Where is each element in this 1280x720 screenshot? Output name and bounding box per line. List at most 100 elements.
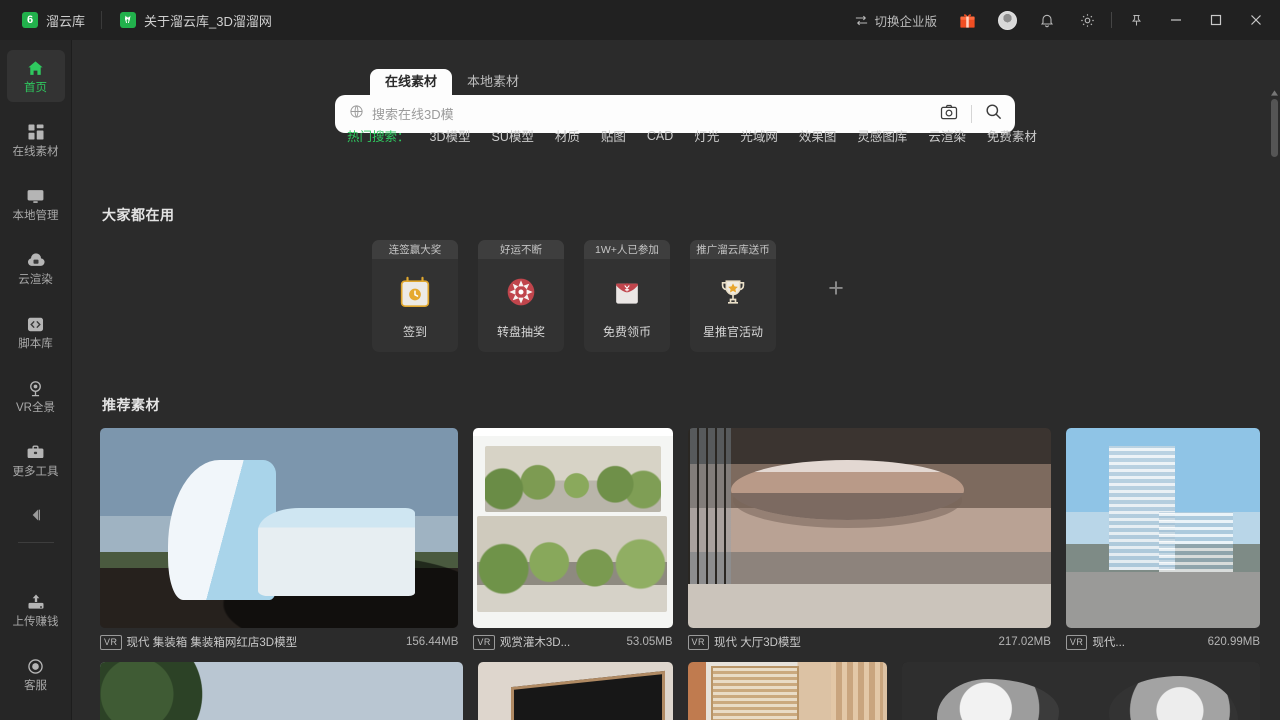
material-thumbnail-1 — [473, 428, 673, 628]
globe-icon — [349, 104, 364, 124]
material-card-4[interactable] — [100, 662, 464, 720]
material-card-6[interactable] — [687, 662, 887, 720]
promo-label-lottery: 转盘抽奖 — [496, 325, 545, 339]
search-divider — [971, 105, 972, 123]
material-card-5[interactable] — [478, 662, 673, 720]
scroll-up-arrow-icon[interactable] — [1271, 88, 1278, 97]
promo-card-lottery[interactable]: 好运不断 转盘抽奖 — [478, 240, 564, 352]
minimize-icon — [1171, 19, 1181, 21]
material-card-0[interactable]: VR 现代 集装箱 集装箱网红店3D模型 156.44MB — [100, 428, 459, 650]
sidebar-item-script-library[interactable]: 脚本库 — [7, 306, 65, 358]
material-thumbnail-6 — [687, 662, 887, 720]
browser-tab-about[interactable]: 关于溜云库_3D溜溜网 — [102, 0, 288, 40]
sidebar-collapse-button[interactable] — [7, 498, 65, 532]
promo-card-checkin[interactable]: 连签赢大奖 签到 — [372, 240, 458, 352]
search-input[interactable] — [372, 106, 931, 122]
sidebar-bottom-group: 上传赚钱 客服 — [7, 584, 65, 720]
material-name-0: 现代 集装箱 集装箱网红店3D模型 — [126, 637, 298, 649]
material-card-7[interactable] — [901, 662, 1260, 720]
material-meta-0: VR 现代 集装箱 集装箱网红店3D模型 156.44MB — [100, 634, 458, 650]
maximize-button[interactable] — [1196, 0, 1236, 40]
lottery-wheel-icon — [501, 267, 541, 317]
section-title-recommend: 推荐素材 — [102, 397, 160, 413]
material-card-3[interactable]: VR 现代... 620.99MB — [1065, 428, 1260, 650]
sidebar-item-online-materials[interactable]: 在线素材 — [7, 114, 65, 166]
sidebar-item-more-tools[interactable]: 更多工具 — [7, 434, 65, 486]
toolbox-icon — [26, 442, 45, 463]
hot-tag-3[interactable]: 贴图 — [601, 126, 626, 145]
materials-row-1: VR 现代 集装箱 集装箱网红店3D模型 156.44MB VR 观赏灌木3D.… — [100, 428, 1260, 650]
hot-tag-0[interactable]: 3D模型 — [430, 126, 471, 145]
minimize-button[interactable] — [1156, 0, 1196, 40]
settings-button[interactable] — [1067, 0, 1107, 40]
material-card-1[interactable]: VR 观赏灌木3D... 53.05MB — [473, 428, 673, 650]
swap-icon — [856, 15, 868, 25]
content-scrollbar[interactable] — [1271, 88, 1278, 720]
maximize-icon — [1210, 14, 1222, 26]
material-name-1: 观赏灌木3D... — [499, 637, 571, 649]
sidebar-label-home: 首页 — [24, 81, 47, 94]
app-tab-label: 溜云库 — [46, 13, 86, 29]
promo-label-checkin: 签到 — [402, 325, 427, 339]
promo-badge-free-coins: 1W+人已参加 — [584, 240, 670, 259]
switch-enterprise-button[interactable]: 切换企业版 — [846, 0, 947, 40]
headset-support-icon — [26, 656, 45, 677]
hot-search-row: 热门搜索： 3D模型 SU模型 材质 贴图 CAD 灯光 光域网 效果图 灵感图… — [347, 126, 1037, 145]
material-size-1: 53.05MB — [626, 636, 673, 648]
hot-tag-8[interactable]: 灵感图库 — [857, 126, 907, 145]
app-tab-liuyunku[interactable]: 6 溜云库 — [0, 0, 101, 40]
sidebar-label-cloud-render: 云渲染 — [18, 273, 53, 286]
sidebar-label-more-tools: 更多工具 — [12, 465, 59, 478]
gift-button[interactable] — [947, 0, 987, 40]
monitor-icon — [26, 186, 45, 207]
collapse-left-icon — [32, 509, 40, 521]
sidebar-item-support[interactable]: 客服 — [7, 648, 65, 700]
search-tabs: 在线素材 本地素材 — [335, 66, 1015, 95]
material-card-2[interactable]: VR 现代 大厅3D模型 217.02MB — [687, 428, 1051, 650]
material-meta-3: VR 现代... 620.99MB — [1065, 634, 1260, 650]
close-icon — [1251, 15, 1261, 25]
material-meta-1: VR 观赏灌木3D... 53.05MB — [473, 634, 673, 650]
titlebar-divider — [1111, 12, 1112, 28]
material-name-2: 现代 大厅3D模型 — [714, 637, 801, 649]
hot-tag-2[interactable]: 材质 — [555, 126, 580, 145]
pin-window-button[interactable] — [1116, 0, 1156, 40]
gear-icon — [1080, 13, 1094, 27]
search-icon[interactable] — [984, 102, 1003, 126]
hot-tag-6[interactable]: 光域网 — [740, 126, 778, 145]
upload-money-icon — [26, 592, 46, 613]
material-name-3: 现代... — [1092, 637, 1125, 649]
promo-label-star-promoter: 星推官活动 — [702, 325, 763, 339]
vr-camera-icon — [26, 378, 45, 399]
material-size-3: 620.99MB — [1207, 636, 1260, 648]
sidebar-item-local-manage[interactable]: 本地管理 — [7, 178, 65, 230]
notifications-button[interactable] — [1027, 0, 1067, 40]
promo-card-free-coins[interactable]: 1W+人已参加 免费领币 — [584, 240, 670, 352]
calendar-clock-icon — [395, 267, 435, 317]
hot-tag-4[interactable]: CAD — [647, 129, 673, 143]
hot-tag-5[interactable]: 灯光 — [694, 126, 719, 145]
hot-tag-10[interactable]: 免费素材 — [987, 126, 1037, 145]
tab-online-materials[interactable]: 在线素材 — [370, 69, 453, 95]
hot-tag-1[interactable]: SU模型 — [492, 126, 534, 145]
sidebar-label-local-manage: 本地管理 — [12, 209, 59, 222]
sidebar-item-upload-earn[interactable]: 上传赚钱 — [7, 584, 65, 636]
tab-local-materials[interactable]: 本地素材 — [452, 69, 534, 95]
camera-search-icon[interactable] — [939, 102, 959, 127]
material-thumbnail-2 — [687, 428, 1051, 628]
promo-card-star-promoter[interactable]: 推广溜云库送币 星推官活动 — [690, 240, 776, 352]
sidebar-item-cloud-render[interactable]: 云渲染 — [7, 242, 65, 294]
hot-tag-7[interactable]: 效果图 — [799, 126, 837, 145]
material-thumbnail-5 — [478, 662, 673, 720]
user-avatar-button[interactable] — [987, 0, 1027, 40]
add-promo-button[interactable]: + — [818, 240, 854, 336]
vr-badge-2: VR — [687, 634, 710, 650]
scrollbar-thumb[interactable] — [1271, 99, 1278, 157]
sidebar-item-vr-panorama[interactable]: VR全景 — [7, 370, 65, 422]
sidebar-label-upload-earn: 上传赚钱 — [12, 615, 59, 628]
app-logo-icon: 6 — [22, 12, 38, 28]
sidebar-label-vr-panorama: VR全景 — [16, 401, 55, 414]
close-button[interactable] — [1236, 0, 1276, 40]
sidebar-item-home[interactable]: 首页 — [6, 50, 65, 102]
hot-tag-9[interactable]: 云渲染 — [928, 126, 966, 145]
